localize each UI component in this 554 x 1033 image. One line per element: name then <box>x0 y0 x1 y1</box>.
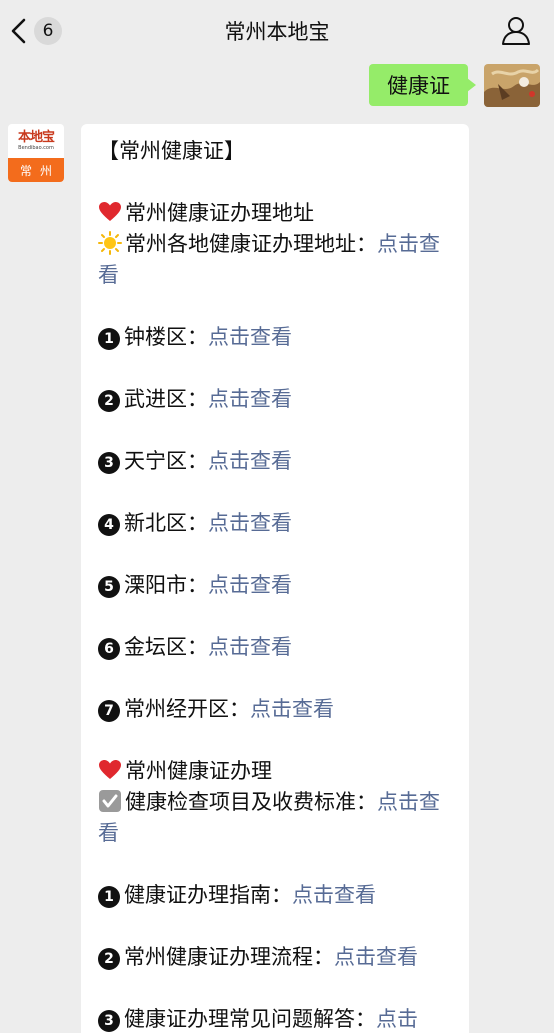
check-box-icon <box>99 790 121 812</box>
section2-intro-line: 健康检查项目及收费标准：点击查看 <box>98 790 440 845</box>
district-view-link[interactable]: 点击查看 <box>208 449 292 473</box>
district-item: 1 钟楼区：点击查看 <box>98 322 455 353</box>
received-message-bubble: 【常州健康证】 常州健康证办理地址 常州各地健康证办理地址：点击查看 1 钟楼区：… <box>81 124 469 1033</box>
my-avatar[interactable] <box>484 64 540 107</box>
number-badge: 1 <box>98 886 120 908</box>
guide-label: 健康证办理常见问题解答： <box>124 1007 376 1031</box>
number-badge: 2 <box>98 948 120 970</box>
district-view-link[interactable]: 点击查看 <box>208 325 292 349</box>
district-view-link[interactable]: 点击查看 <box>208 387 292 411</box>
district-item: 2 武进区：点击查看 <box>98 384 455 415</box>
sent-message: 健康证 <box>369 64 540 107</box>
bot-logo: 本地宝 Bendibao.com <box>17 129 55 151</box>
section1-intro-line: 常州各地健康证办理地址：点击查看 <box>98 231 440 287</box>
message-title: 【常州健康证】 <box>98 139 245 163</box>
number-badge: 1 <box>98 328 120 350</box>
district-label: 武进区： <box>124 387 208 411</box>
district-label: 常州经开区： <box>124 697 250 721</box>
number-badge: 4 <box>98 514 120 536</box>
heart-icon <box>99 760 121 779</box>
guide-label: 健康证办理指南： <box>124 883 292 907</box>
guide-item: 2 常州健康证办理流程：点击查看 <box>98 942 455 973</box>
number-badge: 2 <box>98 390 120 412</box>
district-item: 5 溧阳市：点击查看 <box>98 570 455 601</box>
district-label: 钟楼区： <box>124 325 208 349</box>
district-list: 1 钟楼区：点击查看 2 武进区：点击查看 3 天宁区：点击查看 4 新北区：点击查看 5 溧阳市… <box>98 291 455 725</box>
bot-avatar[interactable]: 本地宝 Bendibao.com 常州 <box>8 124 64 182</box>
district-view-link[interactable]: 点击查看 <box>208 573 292 597</box>
guide-item: 1 健康证办理指南：点击查看 <box>98 880 455 911</box>
guide-list: 1 健康证办理指南：点击查看 2 常州健康证办理流程：点击查看 3 健康证办理常见问题解答… <box>98 849 455 1033</box>
district-view-link[interactable]: 点击查看 <box>208 511 292 535</box>
district-view-link[interactable]: 点击查看 <box>208 635 292 659</box>
number-badge: 3 <box>98 452 120 474</box>
district-item: 7 常州经开区：点击查看 <box>98 694 455 725</box>
number-badge: 7 <box>98 700 120 722</box>
user-icon[interactable] <box>500 14 532 46</box>
sun-icon <box>98 231 122 255</box>
district-item: 4 新北区：点击查看 <box>98 508 455 539</box>
district-item: 3 天宁区：点击查看 <box>98 446 455 477</box>
district-label: 溧阳市： <box>124 573 208 597</box>
guide-item: 3 健康证办理常见问题解答：点击 <box>98 1004 455 1033</box>
district-view-link[interactable]: 点击查看 <box>250 697 334 721</box>
number-badge: 3 <box>98 1010 120 1032</box>
section1-heading-line: 常州健康证办理地址 <box>98 198 455 229</box>
chat-header: 6 常州本地宝 <box>0 0 554 62</box>
guide-view-link[interactable]: 点击查看 <box>334 945 418 969</box>
section2-heading-line: 常州健康证办理 <box>98 756 455 787</box>
guide-view-link[interactable]: 点击 <box>376 1007 418 1031</box>
district-label: 天宁区： <box>124 449 208 473</box>
sent-bubble[interactable]: 健康证 <box>369 64 476 106</box>
district-label: 金坛区： <box>124 635 208 659</box>
chat-title: 常州本地宝 <box>224 20 330 44</box>
district-item: 6 金坛区：点击查看 <box>98 632 455 663</box>
heart-icon <box>99 202 121 221</box>
sent-text: 健康证 <box>387 74 450 98</box>
guide-label: 常州健康证办理流程： <box>124 945 334 969</box>
guide-view-link[interactable]: 点击查看 <box>292 883 376 907</box>
number-badge: 6 <box>98 638 120 660</box>
bot-city-label: 常州 <box>8 158 64 182</box>
number-badge: 5 <box>98 576 120 598</box>
district-label: 新北区： <box>124 511 208 535</box>
